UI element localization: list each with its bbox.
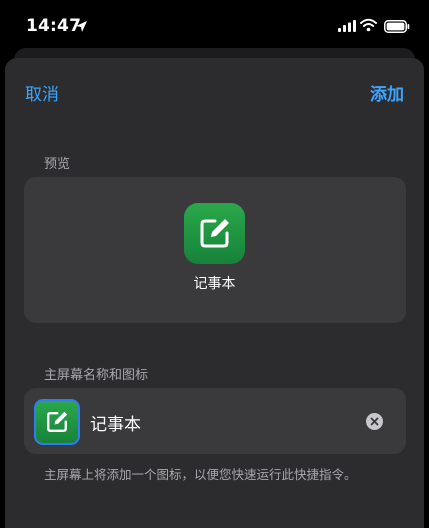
cellular-signal-icon: [338, 20, 356, 32]
wifi-icon: [360, 18, 377, 32]
preview-app-icon: [184, 203, 245, 264]
home-screen-footer-note: 主屏幕上将添加一个图标，以便您快速运行此快捷指令。: [44, 467, 357, 482]
home-screen-section-label: 主屏幕名称和图标: [44, 368, 149, 383]
status-bar: 14:47: [0, 0, 429, 52]
preview-app-name: 记事本: [193, 276, 236, 292]
location-arrow-icon: [76, 21, 87, 32]
add-button[interactable]: 添加: [370, 80, 404, 105]
status-time: 14:47: [26, 16, 82, 36]
home-screen-name-input[interactable]: [90, 408, 350, 436]
battery-icon: [384, 20, 410, 33]
notes-edit-icon: [47, 411, 68, 432]
cancel-button[interactable]: 取消: [25, 80, 59, 105]
preview-section-label: 预览: [44, 157, 71, 172]
home-screen-icon-button[interactable]: [34, 399, 80, 445]
clear-icon[interactable]: [366, 413, 383, 430]
notes-edit-icon: [200, 219, 229, 248]
